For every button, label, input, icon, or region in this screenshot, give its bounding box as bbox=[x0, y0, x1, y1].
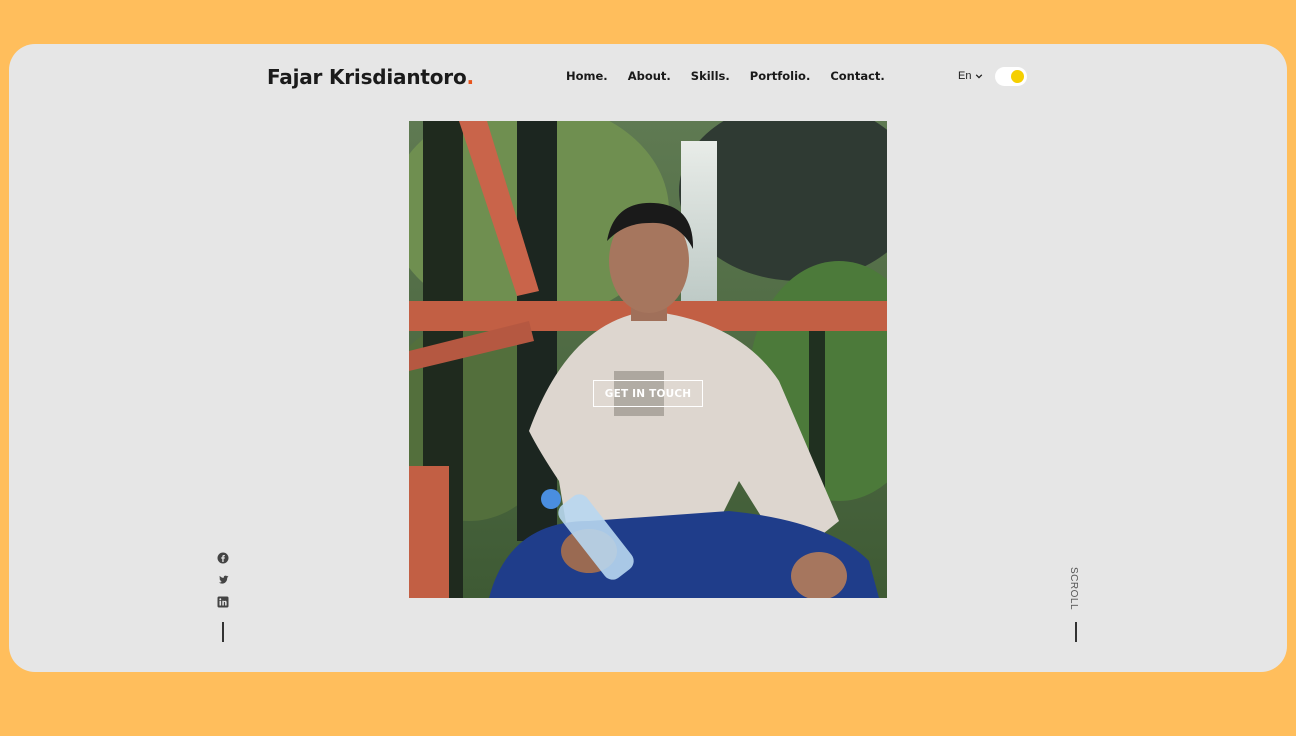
linkedin-link[interactable] bbox=[217, 596, 229, 608]
scroll-line bbox=[1075, 622, 1077, 642]
nav-contact[interactable]: Contact. bbox=[830, 69, 884, 83]
language-select[interactable]: En bbox=[958, 70, 983, 82]
scroll-label: SCROLL bbox=[1067, 566, 1079, 610]
twitter-link[interactable] bbox=[217, 574, 229, 586]
facebook-link[interactable] bbox=[217, 552, 229, 564]
social-divider-line bbox=[222, 622, 224, 642]
toggle-knob bbox=[1011, 70, 1024, 83]
nav-skills[interactable]: Skills. bbox=[691, 69, 730, 83]
linkedin-icon bbox=[217, 596, 229, 608]
portrait-image bbox=[409, 121, 887, 598]
theme-toggle[interactable] bbox=[995, 67, 1027, 86]
facebook-icon bbox=[217, 552, 229, 564]
chevron-down-icon bbox=[976, 74, 983, 79]
page-frame: Fajar Krisdiantoro. Home. About. Skills.… bbox=[9, 44, 1287, 672]
language-label: En bbox=[958, 70, 972, 82]
hero-photo: GET IN TOUCH bbox=[409, 121, 887, 598]
scroll-indicator[interactable]: SCROLL bbox=[1066, 565, 1080, 611]
get-in-touch-button[interactable]: GET IN TOUCH bbox=[593, 380, 703, 407]
twitter-icon bbox=[218, 575, 229, 584]
nav-portfolio[interactable]: Portfolio. bbox=[750, 69, 811, 83]
brand-dot: . bbox=[466, 65, 475, 89]
social-links bbox=[217, 552, 229, 608]
nav-home[interactable]: Home. bbox=[566, 69, 608, 83]
main-nav: Home. About. Skills. Portfolio. Contact. bbox=[566, 69, 885, 83]
brand-name: Fajar Krisdiantoro bbox=[267, 65, 467, 89]
brand-logo[interactable]: Fajar Krisdiantoro. bbox=[267, 65, 474, 89]
nav-about[interactable]: About. bbox=[628, 69, 671, 83]
